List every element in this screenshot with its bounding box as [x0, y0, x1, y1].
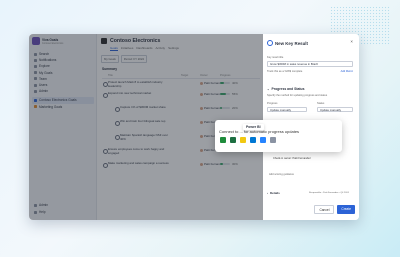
- details-label: Details: [270, 191, 280, 195]
- panel-title: New Key Result: [267, 40, 308, 46]
- planner-icon[interactable]: [220, 137, 226, 143]
- progress-section-header[interactable]: ⌄ Progress and Status: [267, 87, 305, 91]
- progress-select[interactable]: Update manually: [267, 107, 307, 112]
- integration-popup: Power BI Connect to ... for automatic pr…: [215, 120, 342, 152]
- chevron-right-icon: ›: [267, 191, 268, 195]
- more-icon[interactable]: [270, 137, 276, 143]
- excel-icon[interactable]: [230, 137, 236, 143]
- add-scoring-link[interactable]: Add scoring guidance: [269, 173, 294, 176]
- add-metric-link[interactable]: Add Metric: [341, 70, 353, 73]
- details-section-header[interactable]: › Details: [267, 191, 280, 195]
- azure-devops-icon[interactable]: [250, 137, 256, 143]
- status-select[interactable]: Update manually: [317, 107, 353, 112]
- key-result-input[interactable]: Grow $300M in sales revenue in Brazil: [267, 61, 353, 67]
- key-result-label: Key result title: [267, 56, 284, 59]
- track-hint: Track this as a %/#/$ complete: [267, 70, 303, 73]
- jira-icon[interactable]: [260, 137, 266, 143]
- panel-footer: Cancel Create: [314, 205, 355, 214]
- checkin-owner: Check-in owner: Patti Fernandez: [273, 157, 311, 160]
- cancel-button[interactable]: Cancel: [314, 205, 335, 214]
- panel-title-text: New Key Result: [275, 40, 308, 46]
- create-button[interactable]: Create: [337, 205, 355, 214]
- details-meta: Responsible • Patti Fernandez • Q4 2024: [309, 192, 349, 194]
- integration-icons: [220, 137, 276, 143]
- progress-section-title: Progress and Status: [271, 87, 305, 91]
- chevron-down-icon: ⌄: [267, 87, 270, 91]
- popup-text: Connect to ... for automatic progress up…: [219, 129, 300, 134]
- powerbi-icon[interactable]: [240, 137, 246, 143]
- progress-label: Progress: [267, 102, 278, 105]
- key-result-icon: [267, 40, 273, 46]
- progress-desc: Specify the method for updating progress…: [267, 94, 328, 97]
- close-icon[interactable]: ×: [350, 39, 353, 44]
- status-label: Status: [317, 102, 325, 105]
